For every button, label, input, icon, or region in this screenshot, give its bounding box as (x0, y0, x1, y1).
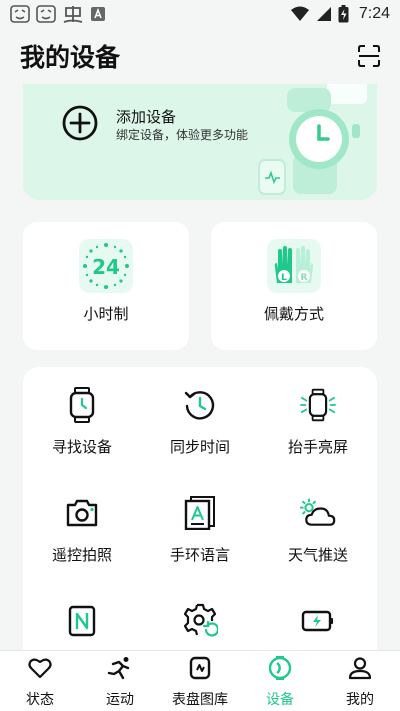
nav-watchface[interactable]: 表盘图库 (160, 651, 240, 711)
weather-icon (300, 495, 336, 531)
feature-nfc[interactable] (23, 583, 141, 650)
feature-label: 遥控拍照 (51, 546, 112, 564)
page-header: 我的设备 (0, 28, 400, 84)
camera-icon (64, 495, 100, 531)
clock-24-text: 24 (92, 255, 120, 279)
battery-charging-icon (338, 5, 349, 23)
status-time: 7:24 (358, 5, 390, 22)
add-device-banner[interactable]: 添加设备 绑定设备，体验更多功能 (23, 84, 377, 200)
feature-label: 手环语言 (169, 546, 230, 564)
nav-device[interactable]: 设备 (240, 651, 320, 711)
wear-mode-card[interactable]: L R 佩戴方式 (211, 222, 377, 350)
wear-hands-icon: L R (267, 239, 321, 293)
device-icon (267, 655, 293, 681)
nav-label: 我的 (346, 692, 374, 708)
add-device-title: 添加设备 (116, 108, 177, 126)
nav-label: 状态 (26, 692, 54, 708)
content-scroll[interactable]: 添加设备 绑定设备，体验更多功能 24 小时制 L R 佩戴方式 寻找设备 同步… (0, 84, 400, 650)
hour-format-card[interactable]: 24 小时制 (23, 222, 189, 350)
scan-button[interactable] (356, 43, 382, 69)
feature-grid: 寻找设备 同步时间 抬手亮屏 遥控拍照 手环语言 天气推送 (23, 367, 377, 650)
watch-icon (64, 387, 100, 423)
feature-band-language[interactable]: 手环语言 (141, 475, 259, 583)
settings-refresh-icon (182, 603, 218, 639)
nav-label: 设备 (266, 692, 294, 708)
nfc-icon (64, 603, 100, 639)
wear-mode-label: 佩戴方式 (263, 305, 324, 323)
bottom-nav: 状态 运动 表盘图库 设备 我的 (0, 650, 400, 711)
nav-status[interactable]: 状态 (0, 651, 80, 711)
feature-battery[interactable] (259, 583, 377, 650)
feature-find-device[interactable]: 寻找设备 (23, 367, 141, 475)
page-title: 我的设备 (20, 43, 121, 72)
nav-sport[interactable]: 运动 (80, 651, 160, 711)
scan-icon (358, 45, 380, 67)
right-hand-label: R (301, 273, 308, 283)
left-hand-label: L (281, 273, 287, 283)
wifi-icon (290, 6, 310, 22)
feature-label: 天气推送 (287, 546, 348, 564)
feature-raise-screen[interactable]: 抬手亮屏 (259, 367, 377, 475)
app-a-icon (90, 6, 106, 22)
watch-illustration-icon (258, 84, 367, 195)
feature-label: 抬手亮屏 (287, 438, 348, 456)
status-bar-system: 7:24 (290, 5, 390, 23)
nav-label: 表盘图库 (172, 692, 228, 708)
feature-label: 寻找设备 (51, 438, 112, 456)
feature-weather-push[interactable]: 天气推送 (259, 475, 377, 583)
heart-icon (27, 655, 53, 681)
nav-label: 运动 (106, 692, 134, 708)
app-face-icon (10, 5, 30, 23)
app-glyph-icon (62, 4, 84, 24)
feature-sync-time[interactable]: 同步时间 (141, 367, 259, 475)
language-icon (182, 495, 218, 531)
watchface-icon (187, 655, 213, 681)
nav-profile[interactable]: 我的 (320, 651, 400, 711)
feature-settings-sync[interactable] (141, 583, 259, 650)
signal-icon (316, 6, 332, 22)
plus-circle-icon (62, 105, 98, 141)
status-bar: 7:24 (0, 0, 400, 28)
battery-icon (300, 603, 336, 639)
run-icon (107, 655, 133, 681)
profile-icon (347, 655, 373, 681)
status-bar-notifications (10, 4, 106, 24)
raise-screen-icon (300, 387, 336, 423)
feature-label: 同步时间 (169, 438, 230, 456)
sync-time-icon (182, 387, 218, 423)
hour-format-label: 小时制 (83, 305, 129, 323)
feature-remote-camera[interactable]: 遥控拍照 (23, 475, 141, 583)
app-face-icon (36, 5, 56, 23)
add-device-subtitle: 绑定设备，体验更多功能 (116, 128, 249, 142)
clock-24-icon: 24 (79, 239, 133, 293)
